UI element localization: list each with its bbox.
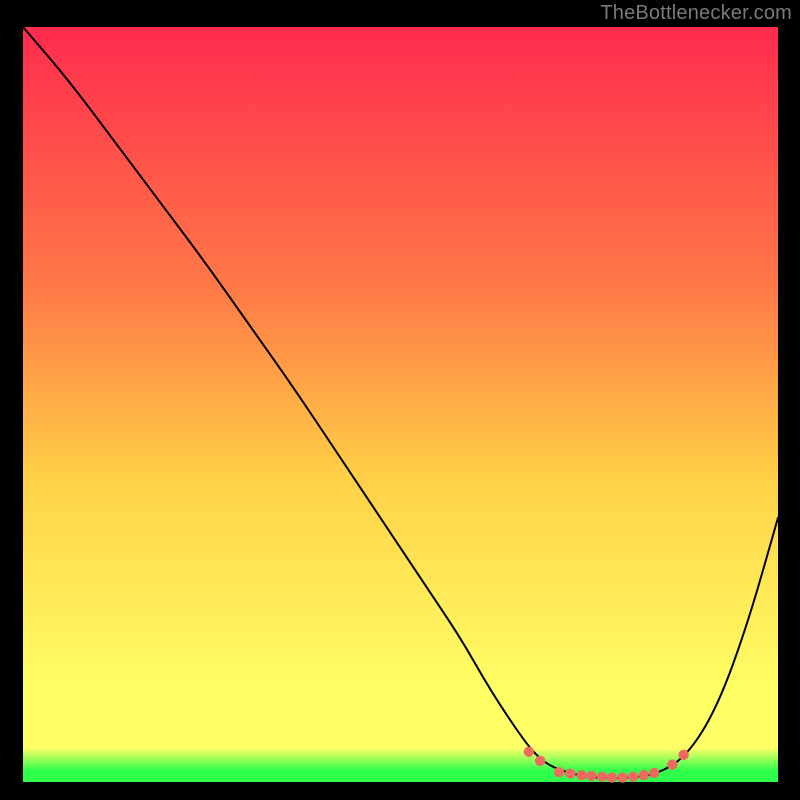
curve-marker (554, 767, 564, 777)
curve-marker (617, 772, 627, 782)
curve-marker (649, 768, 659, 778)
curve-marker (577, 770, 587, 780)
curve-marker (628, 772, 638, 782)
curve-marker (535, 756, 545, 766)
curve-marker (586, 771, 596, 781)
bottleneck-chart (0, 0, 800, 800)
curve-marker (638, 770, 648, 780)
curve-marker (565, 768, 575, 778)
curve-marker (524, 747, 534, 757)
curve-marker (678, 750, 688, 760)
curve-marker (597, 772, 607, 782)
curve-marker (667, 759, 677, 769)
plot-gradient-background (23, 27, 778, 782)
curve-marker (607, 772, 617, 782)
